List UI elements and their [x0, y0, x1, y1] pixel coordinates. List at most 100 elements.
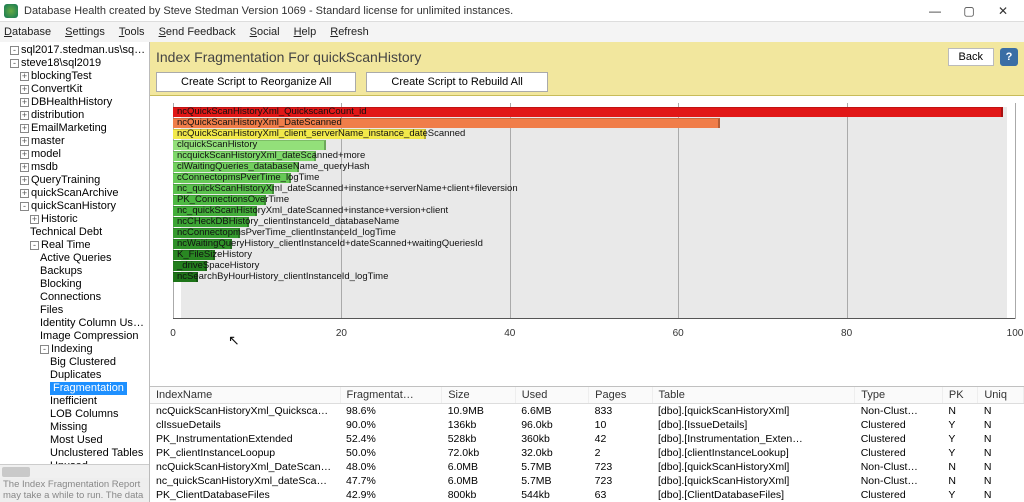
- tree-node[interactable]: Blocking: [4, 278, 147, 291]
- chart-bar-label: ncWaitingQueryHistory_clientInstanceId+d…: [177, 238, 483, 249]
- tree-node[interactable]: +ConvertKit: [4, 83, 147, 96]
- column-header[interactable]: Type: [855, 387, 943, 404]
- tree-footnote: The Index Fragmentation Report may take …: [0, 478, 149, 502]
- menu-database[interactable]: Database: [4, 26, 51, 38]
- tree-node[interactable]: Backups: [4, 265, 147, 278]
- chart-bar[interactable]: ncQuickScanHistoryXml_client_serverName_…: [173, 129, 1015, 140]
- chart-bar[interactable]: ncWaitingQueryHistory_clientInstanceId+d…: [173, 239, 1015, 250]
- x-tick: 60: [673, 328, 684, 339]
- maximize-button[interactable]: ▢: [952, 1, 986, 21]
- tree-node[interactable]: Identity Column Usage: [4, 317, 147, 330]
- column-header[interactable]: Pages: [589, 387, 652, 404]
- tree-node[interactable]: Duplicates: [4, 369, 147, 382]
- column-header[interactable]: Used: [515, 387, 588, 404]
- action-button-row: Create Script to Reorganize All Create S…: [150, 68, 1024, 96]
- chart-bar-label: PK_ConnectionsOverTime: [177, 194, 289, 205]
- table-row[interactable]: PK_InstrumentationExtended52.4%528kb360k…: [150, 432, 1024, 446]
- x-tick: 100: [1007, 328, 1024, 339]
- chart-bar-label: ncQuickScanHistoryXml_client_serverName_…: [177, 128, 465, 139]
- menu-send-feedback[interactable]: Send Feedback: [159, 26, 236, 38]
- table-row[interactable]: ncQuickScanHistoryXml_DateScan…48.0%6.0M…: [150, 460, 1024, 474]
- menu-bar: Database Settings Tools Send Feedback Social…: [0, 22, 1024, 42]
- tree-node[interactable]: +master: [4, 135, 147, 148]
- chart-bar-label: ncCHeckDBHistory_clientInstanceId_databa…: [177, 216, 399, 227]
- chart-bar-label: nc_quickScanHistoryXml_dateScanned+insta…: [177, 183, 518, 194]
- tree-node[interactable]: -quickScanHistory: [4, 200, 147, 213]
- chart-bar[interactable]: nc_quickScanHistoryXml_dateScanned+insta…: [173, 184, 1015, 195]
- fragmentation-table[interactable]: IndexNameFragmentat…SizeUsedPagesTableTy…: [150, 386, 1024, 502]
- page-title: Index Fragmentation For quickScanHistory: [156, 49, 948, 65]
- rebuild-all-button[interactable]: Create Script to Rebuild All: [366, 72, 547, 92]
- tree-node[interactable]: +msdb: [4, 161, 147, 174]
- database-tree[interactable]: -sql2017.stedman.us\sqlexpress (Dε-steve…: [0, 42, 150, 502]
- window-title: Database Health created by Steve Stedman…: [24, 5, 918, 17]
- chart-bar[interactable]: K_FileSizeHistory: [173, 250, 1015, 261]
- fragmentation-chart: ncQuickScanHistoryXml_QuickscanCount_idn…: [150, 96, 1024, 386]
- tree-node[interactable]: +model: [4, 148, 147, 161]
- heading-bar: Index Fragmentation For quickScanHistory…: [150, 42, 1024, 68]
- tree-node[interactable]: +blockingTest: [4, 70, 147, 83]
- minimize-button[interactable]: —: [918, 1, 952, 21]
- column-header[interactable]: Table: [652, 387, 855, 404]
- tree-node[interactable]: +distribution: [4, 109, 147, 122]
- tree-node[interactable]: Inefficient: [4, 395, 147, 408]
- tree-node[interactable]: Unclustered Tables: [4, 447, 147, 460]
- title-bar: Database Health created by Steve Stedman…: [0, 0, 1024, 22]
- column-header[interactable]: PK: [942, 387, 977, 404]
- content-pane: Index Fragmentation For quickScanHistory…: [150, 42, 1024, 502]
- table-row[interactable]: PK_clientInstanceLoopup50.0%72.0kb32.0kb…: [150, 446, 1024, 460]
- chart-bar-label: clquickScanHistory: [177, 139, 257, 150]
- reorganize-all-button[interactable]: Create Script to Reorganize All: [156, 72, 356, 92]
- x-tick: 40: [504, 328, 515, 339]
- column-header[interactable]: Fragmentat…: [340, 387, 442, 404]
- x-tick: 20: [336, 328, 347, 339]
- tree-horizontal-scrollbar[interactable]: [0, 464, 149, 478]
- chart-bar-label: ncConnectopmsPverTime_clientInstanceId_l…: [177, 227, 396, 238]
- chart-bar-label: clWaitingQueries_databaseName_queryHash: [177, 161, 369, 172]
- chart-bar[interactable]: ncSearchByHourHistory_clientInstanceId_l…: [173, 272, 1015, 283]
- column-header[interactable]: Size: [442, 387, 515, 404]
- tree-node[interactable]: Active Queries: [4, 252, 147, 265]
- tree-node[interactable]: -Indexing: [4, 343, 147, 356]
- menu-help[interactable]: Help: [294, 26, 317, 38]
- tree-node[interactable]: +EmailMarketing: [4, 122, 147, 135]
- chart-bar-label: nc_quickScanHistoryXml_dateScanned+insta…: [177, 205, 448, 216]
- tree-node[interactable]: Most Used: [4, 434, 147, 447]
- table-row[interactable]: PK_ClientDatabaseFiles42.9%800kb544kb63[…: [150, 488, 1024, 502]
- menu-refresh[interactable]: Refresh: [330, 26, 369, 38]
- menu-settings[interactable]: Settings: [65, 26, 105, 38]
- menu-tools[interactable]: Tools: [119, 26, 145, 38]
- back-button[interactable]: Back: [948, 48, 994, 66]
- tree-node[interactable]: LOB Columns: [4, 408, 147, 421]
- table-row[interactable]: clIssueDetails90.0%136kb96.0kb10[dbo].[I…: [150, 418, 1024, 432]
- tree-node[interactable]: -Real Time: [4, 239, 147, 252]
- chart-bar-label: ncSearchByHourHistory_clientInstanceId_l…: [177, 271, 388, 282]
- x-tick: 0: [170, 328, 176, 339]
- close-button[interactable]: ✕: [986, 1, 1020, 21]
- tree-node[interactable]: -steve18\sql2019: [4, 57, 147, 70]
- column-header[interactable]: IndexName: [150, 387, 340, 404]
- tree-node[interactable]: +QueryTraining: [4, 174, 147, 187]
- help-icon[interactable]: ?: [1000, 48, 1018, 66]
- column-header[interactable]: Uniq: [978, 387, 1024, 404]
- tree-node[interactable]: Files: [4, 304, 147, 317]
- chart-bar-label: cConnectopmsPverTime_logTime: [177, 172, 319, 183]
- chart-bar-label: _driveSpaceHistory: [177, 260, 259, 271]
- chart-bar-label: ncQuickScanHistoryXml_QuickscanCount_id: [177, 106, 367, 117]
- tree-node[interactable]: Missing: [4, 421, 147, 434]
- tree-node[interactable]: Fragmentation: [4, 382, 147, 395]
- tree-node[interactable]: +quickScanArchive: [4, 187, 147, 200]
- chart-bar-label: ncQuickScanHistoryXml_DateScanned: [177, 117, 342, 128]
- tree-node[interactable]: Big Clustered: [4, 356, 147, 369]
- menu-social[interactable]: Social: [250, 26, 280, 38]
- tree-node[interactable]: +Historic: [4, 213, 147, 226]
- tree-node[interactable]: Image Compression: [4, 330, 147, 343]
- table-row[interactable]: nc_quickScanHistoryXml_dateSca…47.7%6.0M…: [150, 474, 1024, 488]
- tree-node[interactable]: Technical Debt: [4, 226, 147, 239]
- tree-node[interactable]: +DBHealthHistory: [4, 96, 147, 109]
- app-icon: [4, 4, 18, 18]
- table-row[interactable]: ncQuickScanHistoryXml_Quicksca…98.6%10.9…: [150, 404, 1024, 419]
- x-tick: 80: [841, 328, 852, 339]
- tree-node[interactable]: Connections: [4, 291, 147, 304]
- tree-node[interactable]: -sql2017.stedman.us\sqlexpress (Dε: [4, 44, 147, 57]
